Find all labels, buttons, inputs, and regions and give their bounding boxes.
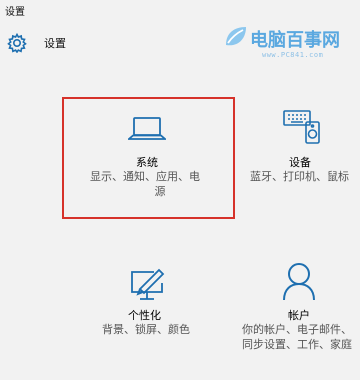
watermark-logo: 电脑百事网 www.PC841.com: [222, 18, 358, 62]
watermark-brand: 电脑百事网: [250, 30, 340, 51]
selection-highlight: [62, 97, 235, 219]
account-icon: [282, 261, 316, 305]
watermark-leaf-icon: [226, 27, 246, 46]
tile-accounts-desc-line1: 你的帐户、电子邮件、: [242, 323, 352, 336]
tile-accounts-desc-line2: 同步设置、工作、家庭: [242, 338, 352, 351]
tile-accounts-description: 你的帐户、电子邮件、 同步设置、工作、家庭: [242, 322, 360, 352]
tile-accounts-label: 帐户: [288, 309, 310, 322]
personalization-icon: [128, 265, 168, 305]
tile-personalization-description: 背景、锁屏、颜色: [102, 322, 232, 337]
tile-devices-description: 蓝牙、打印机、鼠标: [250, 169, 360, 184]
gear-icon: [7, 32, 27, 54]
tile-personalization-label: 个性化: [128, 309, 161, 322]
devices-icon: [282, 109, 322, 149]
tile-accounts[interactable]: 帐户 你的帐户、电子邮件、 同步设置、工作、家庭: [240, 255, 360, 380]
watermark-url: www.PC841.com: [262, 51, 324, 59]
tile-devices[interactable]: 设备 蓝牙、打印机、鼠标: [248, 99, 360, 217]
tile-devices-desc-line1: 蓝牙、打印机、鼠标: [250, 170, 349, 183]
page-title: 设置: [44, 37, 66, 50]
tile-personalization[interactable]: 个性化 背景、锁屏、颜色: [100, 255, 240, 355]
tile-devices-label: 设备: [289, 156, 311, 169]
tile-personalization-desc-line1: 背景、锁屏、颜色: [102, 323, 190, 336]
window-title: 设置: [5, 7, 25, 18]
